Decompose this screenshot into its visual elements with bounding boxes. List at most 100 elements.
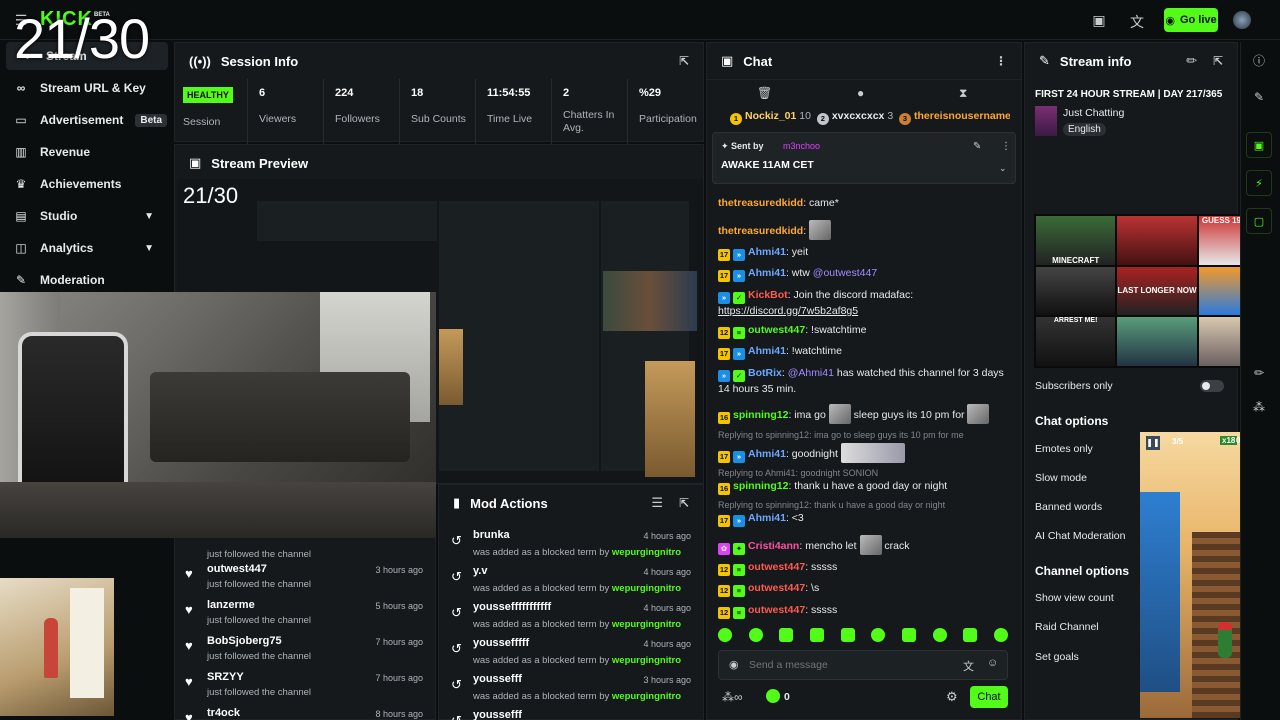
speech-icon[interactable]: ● bbox=[857, 86, 864, 100]
sidebar-item-revenue[interactable]: ▥ Revenue bbox=[0, 138, 168, 166]
info-icon[interactable]: ⓘ bbox=[1248, 52, 1270, 69]
category-name[interactable]: Just Chatting bbox=[1063, 107, 1124, 119]
filter-icon[interactable]: ☰ bbox=[651, 495, 663, 511]
leader-name[interactable]: xvxcxcxcx bbox=[832, 110, 885, 122]
undo-icon[interactable]: ↺ bbox=[451, 569, 462, 585]
undo-icon[interactable]: ↺ bbox=[451, 533, 462, 549]
moderator-name[interactable]: wepurgingnitro bbox=[612, 583, 681, 594]
chat-username[interactable]: Ahmi41 bbox=[748, 267, 786, 279]
follower-name[interactable]: SRZYY bbox=[207, 671, 244, 683]
more-options-icon[interactable]: ⋮ bbox=[1001, 141, 1011, 152]
channel-option-goals[interactable]: Set goals bbox=[1035, 651, 1079, 663]
chat-username[interactable]: outwest447 bbox=[748, 582, 805, 594]
emote-icon[interactable] bbox=[871, 628, 886, 642]
leader-name[interactable]: Nockiz_01 bbox=[745, 110, 796, 122]
popout-icon[interactable]: ⇱ bbox=[1213, 54, 1223, 68]
sidebar-item-stream-url-key[interactable]: ∞ Stream URL & Key bbox=[0, 74, 168, 102]
sidebar-item-studio[interactable]: ▤ Studio ▼ bbox=[0, 202, 168, 230]
emote-icon[interactable] bbox=[932, 628, 947, 642]
dashboard-icon[interactable]: ▣ bbox=[1090, 12, 1108, 29]
chat-username[interactable]: KickBot bbox=[748, 289, 788, 301]
unpin-icon[interactable]: ✎ bbox=[973, 141, 981, 152]
popout-icon[interactable]: ⇱ bbox=[679, 54, 689, 68]
chat-mention[interactable]: @outwest447 bbox=[813, 267, 877, 279]
chat-username[interactable]: Ahmi41 bbox=[748, 345, 786, 357]
trash-icon[interactable]: 🗑 bbox=[757, 86, 772, 100]
sidebar-item-advertisement[interactable]: ▭ Advertisement Beta bbox=[0, 106, 168, 134]
chat-link[interactable]: https://discord.gg/7w5b2af8g5 bbox=[718, 305, 858, 317]
sidebar-item-moderation[interactable]: ✎ Moderation bbox=[0, 266, 168, 294]
translate-icon[interactable]: 文 bbox=[1128, 12, 1146, 32]
chat-username[interactable]: thetreasuredkidd bbox=[718, 197, 803, 209]
subscribers-only-toggle[interactable] bbox=[1200, 380, 1224, 392]
chat-send-button[interactable]: Chat bbox=[970, 686, 1008, 708]
verified-badge-icon: ≡ bbox=[733, 564, 745, 576]
chat-username[interactable]: Cristi4ann bbox=[748, 540, 799, 552]
channel-option-raid[interactable]: Raid Channel bbox=[1035, 621, 1099, 633]
emoji-icon[interactable]: ◉ bbox=[729, 658, 739, 671]
emote-icon[interactable] bbox=[840, 628, 855, 642]
channel-option-view-count[interactable]: Show view count bbox=[1035, 592, 1114, 604]
emote-icon[interactable] bbox=[779, 628, 794, 642]
moderator-name[interactable]: wepurgingnitro bbox=[612, 691, 681, 702]
lightning-icon[interactable]: ⚡ bbox=[1246, 170, 1272, 196]
undo-icon[interactable]: ↺ bbox=[451, 641, 462, 657]
chat-username[interactable]: outwest447 bbox=[748, 561, 805, 573]
chat-username[interactable]: Ahmi41 bbox=[748, 512, 786, 524]
avatar[interactable] bbox=[1233, 11, 1251, 29]
edit-icon[interactable]: ✏ bbox=[1248, 366, 1270, 380]
chat-username[interactable]: outwest447 bbox=[748, 324, 805, 336]
capture-icon[interactable]: ▣ bbox=[1246, 132, 1272, 158]
follower-name[interactable]: lanzerme bbox=[207, 599, 255, 611]
popout-icon[interactable]: ⇱ bbox=[679, 496, 689, 510]
emote-icon[interactable] bbox=[993, 628, 1008, 642]
chat-username[interactable]: BotRix bbox=[748, 367, 782, 379]
more-options-icon[interactable]: ⋮ bbox=[995, 54, 1007, 68]
chat-option-emotes-only[interactable]: Emotes only bbox=[1035, 443, 1093, 455]
pause-icon[interactable]: ❚❚ bbox=[1146, 436, 1160, 450]
chat-option-slow-mode[interactable]: Slow mode bbox=[1035, 472, 1087, 484]
translate-icon[interactable]: 文 bbox=[963, 658, 974, 674]
chat-username[interactable]: spinning12 bbox=[733, 409, 788, 421]
pinned-user[interactable]: m3nchoo bbox=[783, 141, 820, 151]
undo-icon[interactable]: ↺ bbox=[451, 605, 462, 621]
emote-icon[interactable] bbox=[809, 628, 824, 642]
moderator-name[interactable]: wepurgingnitro bbox=[612, 655, 681, 666]
go-live-button[interactable]: ◉ Go live bbox=[1164, 8, 1218, 32]
sidebar-item-achievements[interactable]: ♛ Achievements bbox=[0, 170, 168, 198]
link-icon[interactable]: ⁂∞ bbox=[722, 690, 743, 704]
sidebar-item-analytics[interactable]: ◫ Analytics ▼ bbox=[0, 234, 168, 262]
follower-name[interactable]: BobSjoberg75 bbox=[207, 635, 282, 647]
follower-name[interactable]: outwest447 bbox=[207, 563, 267, 575]
chat-username[interactable]: outwest447 bbox=[748, 604, 805, 616]
edit-icon[interactable]: ✏ bbox=[1186, 53, 1197, 69]
chat-username[interactable]: Ahmi41 bbox=[748, 246, 786, 258]
chevron-down-icon[interactable]: ⌄ bbox=[999, 163, 1007, 174]
chat-username[interactable]: spinning12 bbox=[733, 480, 788, 492]
undo-icon[interactable]: ↺ bbox=[451, 713, 462, 720]
moderator-name[interactable]: wepurgingnitro bbox=[612, 547, 681, 558]
chat-option-ai-moderation[interactable]: AI Chat Moderation bbox=[1035, 530, 1125, 542]
emote-icon[interactable] bbox=[963, 628, 978, 642]
follower-name[interactable]: tr4ock bbox=[207, 707, 240, 719]
hourglass-icon[interactable]: ⧗ bbox=[959, 86, 967, 101]
share-icon[interactable]: ⁂ bbox=[1248, 400, 1270, 414]
moderator-name[interactable]: wepurgingnitro bbox=[612, 619, 681, 630]
chat-username[interactable]: thetreasuredkidd bbox=[718, 225, 803, 237]
smiley-icon[interactable]: ☺ bbox=[987, 657, 998, 669]
pen-icon[interactable]: ✎ bbox=[1248, 90, 1270, 104]
chat-mention[interactable]: @Ahmi41 bbox=[788, 367, 834, 379]
emote-icon[interactable] bbox=[901, 628, 916, 642]
chat-message-input[interactable] bbox=[749, 655, 949, 675]
leader-name[interactable]: thereisnousernamed bbox=[914, 110, 1010, 122]
chat-message: 16 spinning12: ima go sleep guys its 10 p… bbox=[718, 404, 1008, 424]
sent-by-label: Sent by bbox=[731, 141, 764, 151]
chat-option-banned-words[interactable]: Banned words bbox=[1035, 501, 1102, 513]
undo-icon[interactable]: ↺ bbox=[451, 677, 462, 693]
emote-icon[interactable] bbox=[748, 628, 763, 642]
gear-icon[interactable]: ⚙ bbox=[946, 689, 958, 705]
emote-icon[interactable] bbox=[718, 628, 732, 642]
tool-icon[interactable]: ▢ bbox=[1246, 208, 1272, 234]
stat-label: Sub Counts bbox=[411, 113, 466, 125]
chat-username[interactable]: Ahmi41 bbox=[748, 448, 786, 460]
